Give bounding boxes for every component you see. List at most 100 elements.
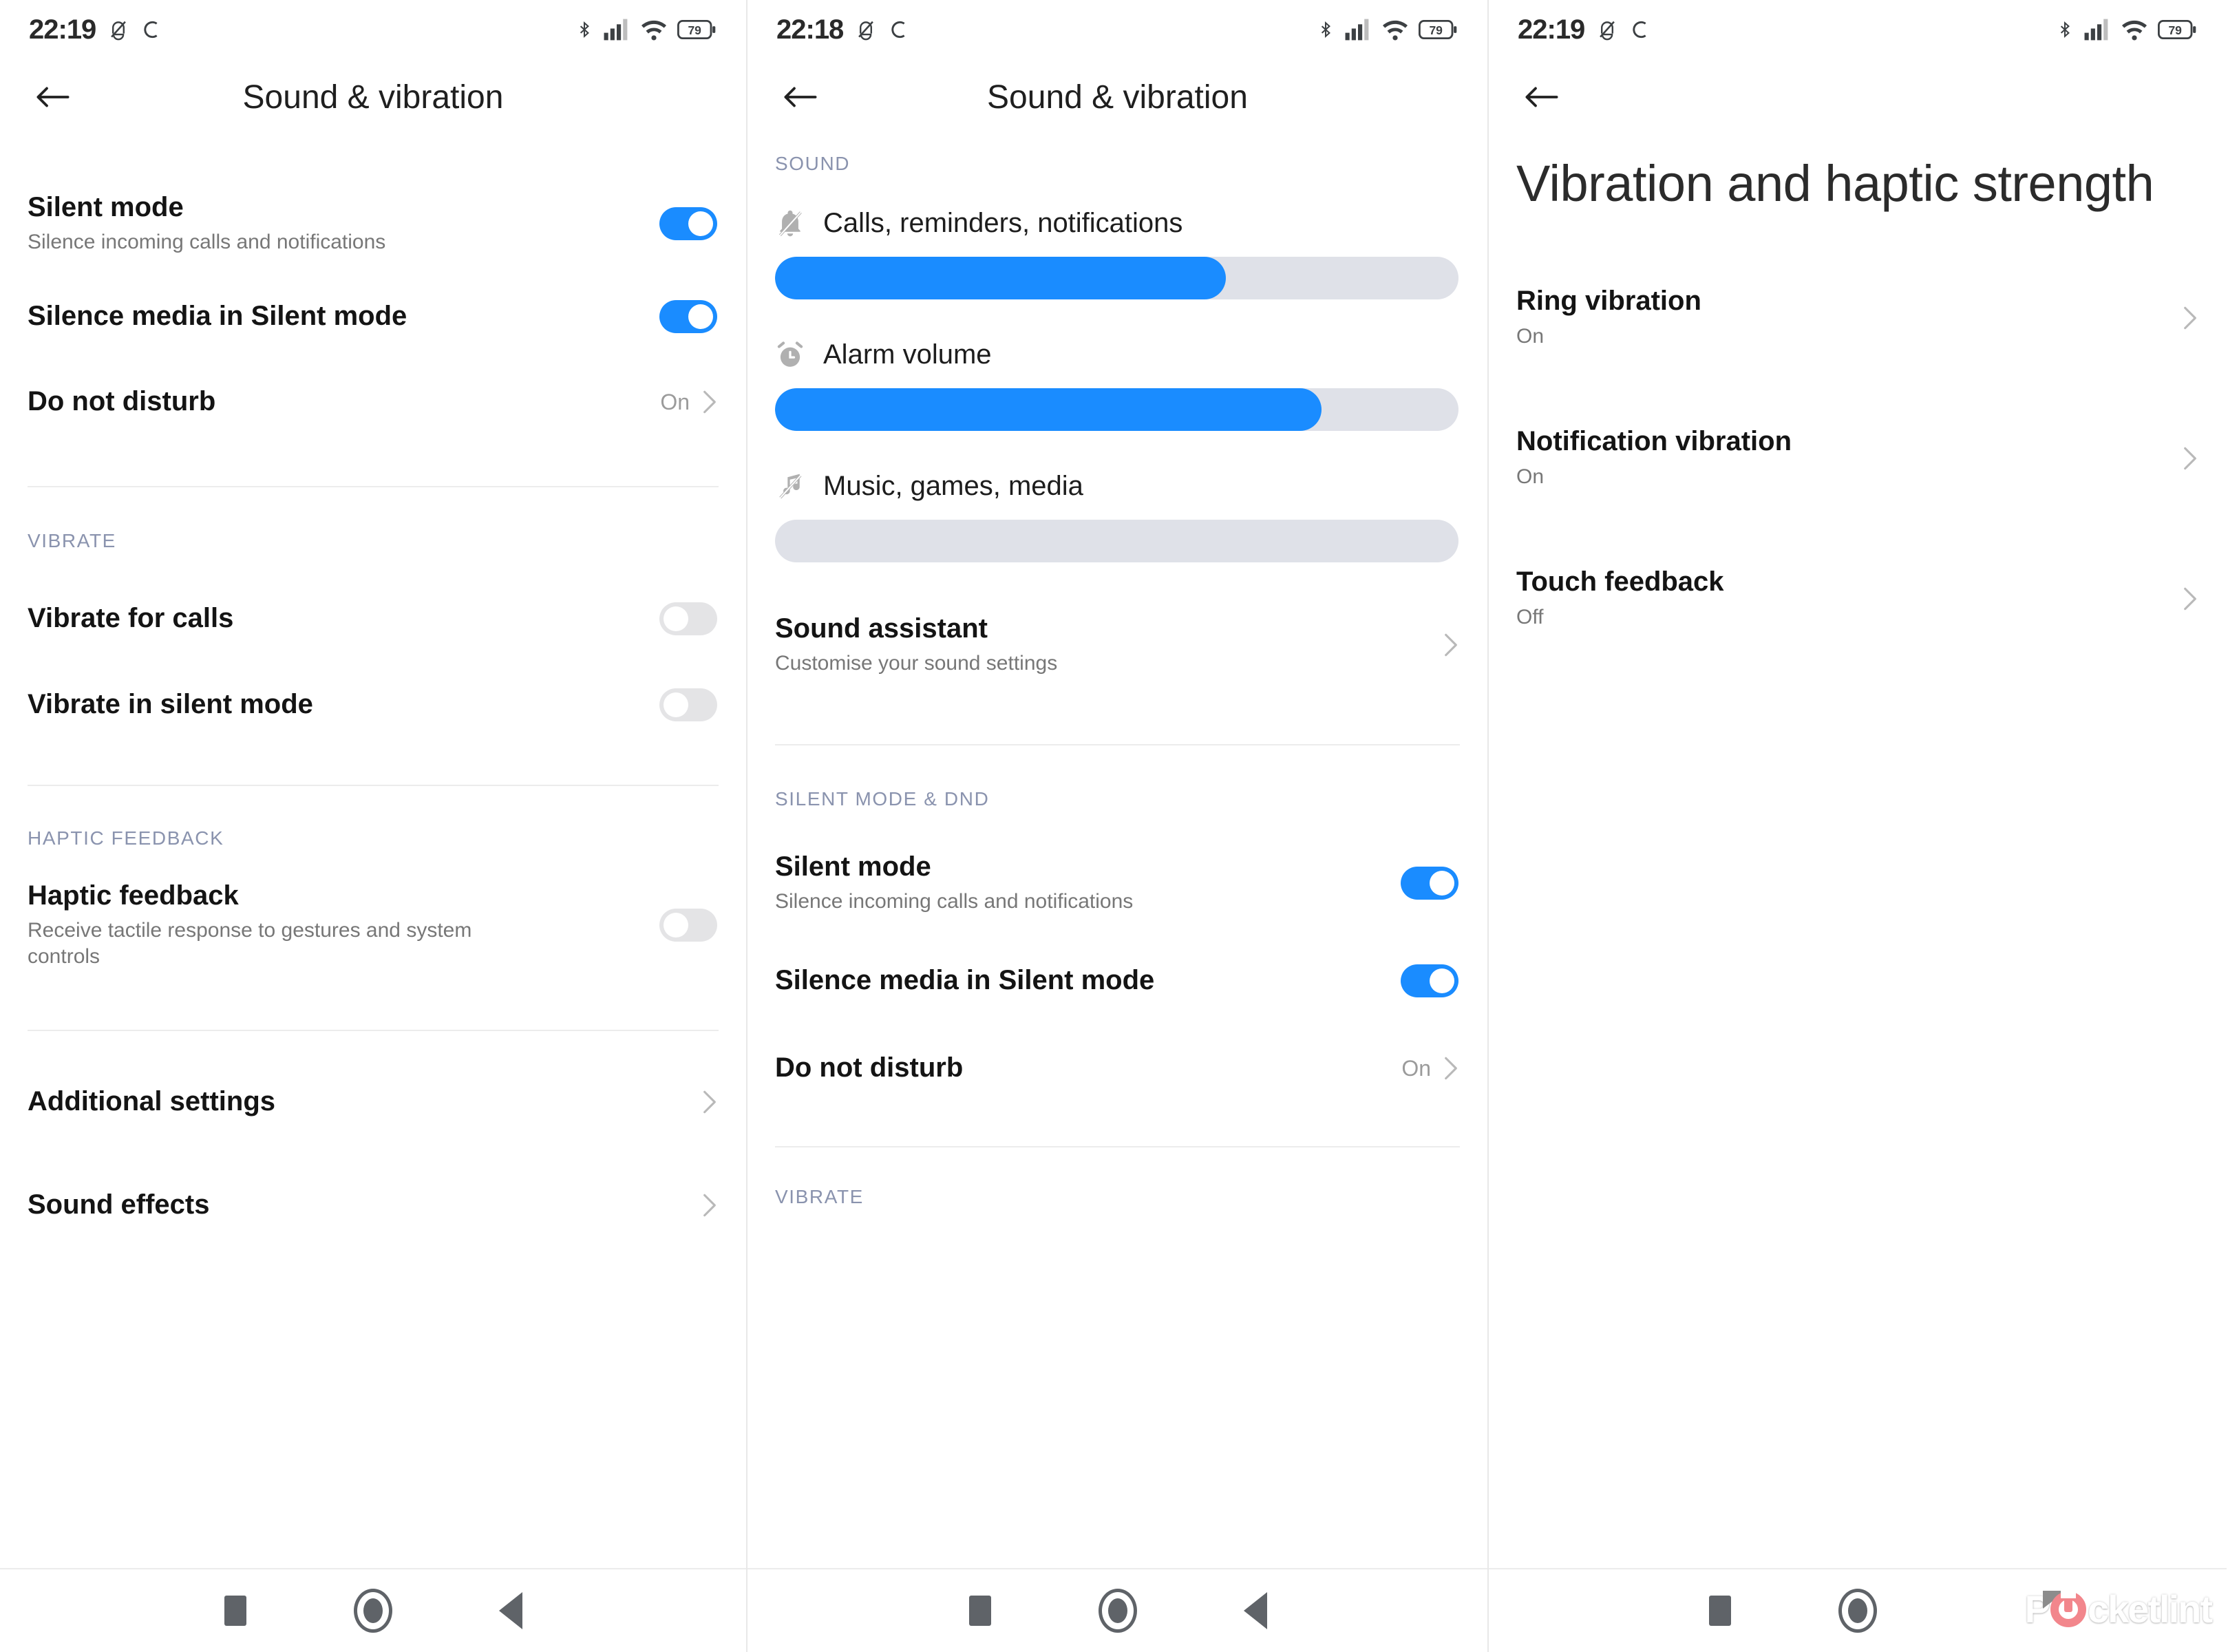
- svg-text:79: 79: [2168, 23, 2182, 37]
- back-button-3[interactable]: [1516, 72, 1567, 123]
- row-title: Vibrate for calls: [28, 603, 234, 634]
- bell-muted-icon: [111, 21, 127, 41]
- row-do-not-disturb[interactable]: Do not disturb On: [0, 358, 746, 446]
- back-arrow-icon: [1525, 87, 1558, 107]
- row-silent-mode-2[interactable]: Silent mode Silence incoming calls and n…: [747, 828, 1487, 938]
- recents-square-icon: [224, 1596, 246, 1626]
- home-button[interactable]: [1789, 1569, 1927, 1652]
- toggle-vibrate-for-calls[interactable]: [659, 602, 717, 635]
- volume-label-alarm: Alarm volume: [775, 339, 1458, 370]
- back-button-2[interactable]: [775, 72, 826, 123]
- status-bar-3: 22:19 79: [1489, 0, 2227, 59]
- phone-screen-3: 22:19 79 Vibration and haptic strength R…: [1487, 0, 2227, 1652]
- chevron-right-icon: [1445, 633, 1457, 657]
- row-value: On: [1401, 1055, 1431, 1081]
- row-vibrate-in-silent[interactable]: Vibrate in silent mode: [0, 664, 746, 746]
- toggle-knob: [688, 304, 713, 329]
- row-subtitle: On: [1516, 465, 1545, 488]
- row-sound-assistant[interactable]: Sound assistant Customise your sound set…: [747, 583, 1487, 707]
- row-vibrate-for-calls[interactable]: Vibrate for calls: [0, 574, 746, 664]
- divider: [28, 1030, 719, 1031]
- row-ring-vibration[interactable]: Ring vibration On: [1489, 263, 2227, 373]
- recents-button[interactable]: [1651, 1569, 1789, 1652]
- row-notification-vibration[interactable]: Notification vibration On: [1489, 403, 2227, 513]
- cellular-signal-icon: [604, 19, 628, 41]
- row-text: Additional settings: [28, 1087, 275, 1116]
- chevron-right-icon: [703, 390, 716, 414]
- row-touch-feedback[interactable]: Touch feedback Off: [1489, 544, 2227, 654]
- wifi-icon: [2122, 20, 2147, 41]
- bluetooth-icon: [580, 21, 589, 39]
- home-circle-icon: [1838, 1589, 1877, 1633]
- status-bar-left: 22:19: [1518, 14, 1652, 45]
- bell-muted-icon: [778, 210, 802, 236]
- home-circle-icon: [1098, 1589, 1137, 1633]
- settings-list-1: Silent mode Silence incoming calls and n…: [0, 172, 746, 1257]
- battery-icon: 79: [2158, 20, 2196, 39]
- row-silence-media[interactable]: Silence media in Silent mode: [0, 275, 746, 358]
- row-additional-settings[interactable]: Additional settings: [0, 1050, 746, 1154]
- toggle-knob: [688, 211, 713, 236]
- sync-icon: [891, 21, 905, 39]
- back-nav-button[interactable]: [1187, 1569, 1324, 1652]
- home-button[interactable]: [304, 1569, 442, 1652]
- volume-slider-alarm[interactable]: [775, 388, 1458, 431]
- settings-list-2: SOUND Calls, reminders, notifications Al…: [747, 135, 1487, 1208]
- home-circle-icon: [354, 1589, 392, 1633]
- sync-icon: [144, 21, 158, 39]
- page-title-large: Vibration and haptic strength: [1516, 155, 2154, 212]
- toggle-silence-media[interactable]: [659, 300, 717, 333]
- volume-label-text: Music, games, media: [823, 471, 1083, 501]
- bell-muted-icon: [1600, 21, 1615, 41]
- toggle-knob: [1430, 968, 1454, 993]
- toggle-haptic-feedback[interactable]: [659, 909, 717, 942]
- cellular-signal-icon: [1345, 19, 1369, 41]
- music-note-muted-icon: [779, 474, 802, 498]
- row-subtitle: Silence incoming calls and notifications: [28, 230, 386, 253]
- row-haptic-feedback[interactable]: Haptic feedback Receive tactile response…: [0, 863, 746, 987]
- section-header-haptic: HAPTIC FEEDBACK: [28, 827, 224, 849]
- back-button-1[interactable]: [28, 72, 78, 123]
- row-silent-mode[interactable]: Silent mode Silence incoming calls and n…: [0, 172, 746, 275]
- toggle-vibrate-in-silent[interactable]: [659, 688, 717, 721]
- row-silence-media-2[interactable]: Silence media in Silent mode: [747, 938, 1487, 1024]
- back-triangle-icon: [499, 1592, 522, 1629]
- volume-block-media: Music, games, media: [747, 471, 1487, 562]
- volume-slider-media[interactable]: [775, 520, 1458, 562]
- back-nav-button[interactable]: [1927, 1569, 2064, 1652]
- page-title-1: Sound & vibration: [242, 78, 504, 116]
- svg-text:79: 79: [1429, 23, 1443, 37]
- row-do-not-disturb-2[interactable]: Do not disturb On: [747, 1024, 1487, 1113]
- row-sound-effects[interactable]: Sound effects: [0, 1154, 746, 1257]
- app-bar-2: Sound & vibration: [747, 59, 1487, 135]
- row-title: Notification vibration: [1516, 426, 1792, 457]
- row-title: Sound assistant: [775, 613, 988, 644]
- app-bar-3: [1489, 59, 2227, 135]
- wifi-icon: [1383, 20, 1408, 41]
- recents-button[interactable]: [911, 1569, 1049, 1652]
- home-button[interactable]: [1049, 1569, 1187, 1652]
- toggle-silent-mode-2[interactable]: [1401, 867, 1458, 900]
- row-text: Haptic feedback Receive tactile response…: [28, 880, 482, 969]
- back-nav-button[interactable]: [442, 1569, 580, 1652]
- phone-screen-2: 22:18 79 Sound & vibration SOUND Calls, …: [746, 0, 1487, 1652]
- row-title: Silent mode: [28, 191, 184, 222]
- row-text: Ring vibration On: [1516, 286, 1701, 349]
- toggle-silent-mode[interactable]: [659, 207, 717, 240]
- toggle-knob: [664, 692, 688, 717]
- row-text: Vibrate for calls: [28, 604, 233, 633]
- back-arrow-icon: [36, 87, 70, 107]
- toggle-knob: [1430, 871, 1454, 896]
- toggle-silence-media-2[interactable]: [1401, 964, 1458, 997]
- status-bar-2: 22:18 79: [747, 0, 1487, 59]
- volume-slider-calls[interactable]: [775, 257, 1458, 299]
- volume-label-media: Music, games, media: [775, 471, 1458, 502]
- row-title: Silent mode: [775, 851, 931, 882]
- recents-button[interactable]: [167, 1569, 304, 1652]
- chevron-right-icon: [703, 1090, 716, 1114]
- chevron-right-icon: [1445, 1057, 1457, 1080]
- wifi-icon: [641, 20, 666, 41]
- back-triangle-icon: [1243, 1592, 1267, 1629]
- row-text: Silence media in Silent mode: [28, 301, 407, 331]
- status-bar-clock: 22:19: [1518, 14, 1585, 45]
